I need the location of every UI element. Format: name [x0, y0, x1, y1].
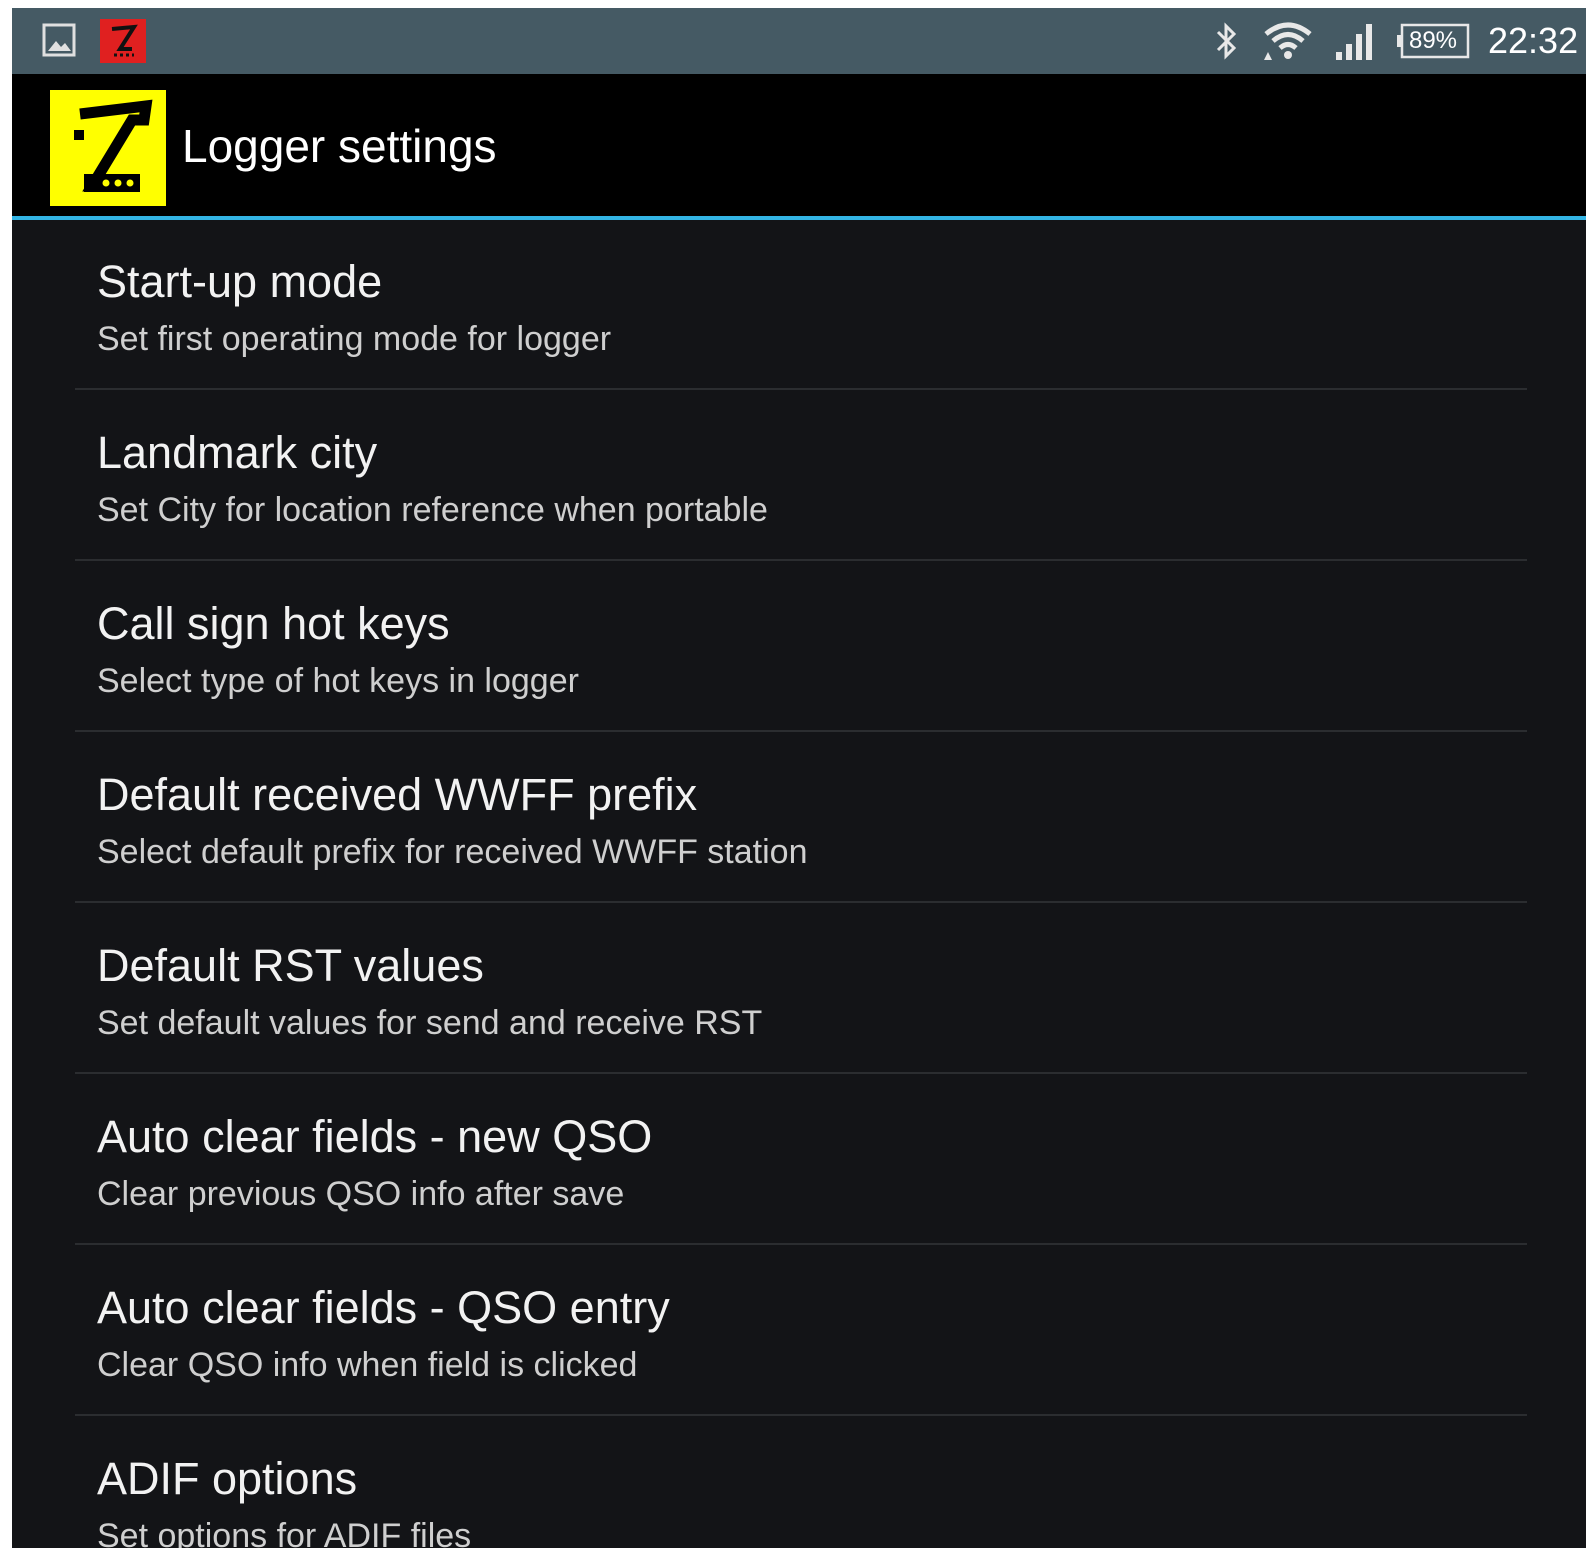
list-divider — [75, 1072, 1527, 1074]
status-bar: 89% 22:32 — [12, 8, 1586, 74]
list-divider — [75, 1414, 1527, 1416]
list-divider — [75, 901, 1527, 903]
pref-title: Default received WWFF prefix — [97, 769, 698, 820]
pref-startup-mode[interactable]: Start-up mode Set first operating mode f… — [75, 220, 1527, 390]
status-icons: 89% 22:32 — [1212, 8, 1586, 74]
preferences-list: Start-up mode Set first operating mode f… — [12, 220, 1586, 1548]
list-divider — [75, 1243, 1527, 1245]
status-clock: 22:32 — [1488, 20, 1579, 61]
app-notification-icon — [100, 19, 146, 63]
battery-percentage: 89% — [1408, 27, 1458, 54]
pref-call-sign-hot-keys[interactable]: Call sign hot keys Select type of hot ke… — [75, 562, 1527, 732]
pref-default-rst-values[interactable]: Default RST values Set default values fo… — [75, 904, 1527, 1074]
pref-summary: Select type of hot keys in logger — [97, 662, 579, 700]
pref-auto-clear-qso-entry[interactable]: Auto clear fields - QSO entry Clear QSO … — [75, 1246, 1527, 1416]
phone-screen: 89% 22:32 Logger settings Start-up mode … — [12, 8, 1586, 1548]
pref-default-wwff-prefix[interactable]: Default received WWFF prefix Select defa… — [75, 733, 1527, 903]
action-bar: Logger settings — [12, 74, 1586, 216]
list-divider — [75, 388, 1527, 390]
list-divider — [75, 559, 1527, 561]
pref-title: Auto clear fields - new QSO — [97, 1111, 653, 1162]
app-logo-icon[interactable] — [50, 90, 166, 206]
pref-auto-clear-new-qso[interactable]: Auto clear fields - new QSO Clear previo… — [75, 1075, 1527, 1245]
pref-summary: Set City for location reference when por… — [97, 491, 768, 529]
pref-title: Auto clear fields - QSO entry — [97, 1282, 670, 1333]
pref-title: Landmark city — [97, 427, 378, 478]
gallery-icon — [42, 23, 76, 57]
pref-summary: Set options for ADIF files — [97, 1517, 472, 1548]
pref-title: Start-up mode — [97, 256, 383, 307]
pref-summary: Set first operating mode for logger — [97, 320, 612, 358]
pref-landmark-city[interactable]: Landmark city Set City for location refe… — [75, 391, 1527, 561]
signal-icon — [1336, 24, 1372, 60]
pref-title: Default RST values — [97, 940, 484, 991]
bluetooth-icon — [1216, 22, 1237, 60]
page-title: Logger settings — [182, 120, 497, 172]
pref-adif-options[interactable]: ADIF options Set options for ADIF files — [75, 1417, 1527, 1548]
pref-summary: Clear QSO info when field is clicked — [97, 1346, 638, 1384]
pref-summary: Clear previous QSO info after save — [97, 1175, 625, 1213]
pref-title: Call sign hot keys — [97, 598, 450, 649]
pref-summary: Select default prefix for received WWFF … — [97, 833, 808, 871]
battery-icon: 89% — [1396, 23, 1470, 59]
list-divider — [75, 730, 1527, 732]
wifi-icon — [1264, 22, 1312, 60]
pref-summary: Set default values for send and receive … — [97, 1004, 763, 1042]
pref-title: ADIF options — [97, 1453, 358, 1504]
